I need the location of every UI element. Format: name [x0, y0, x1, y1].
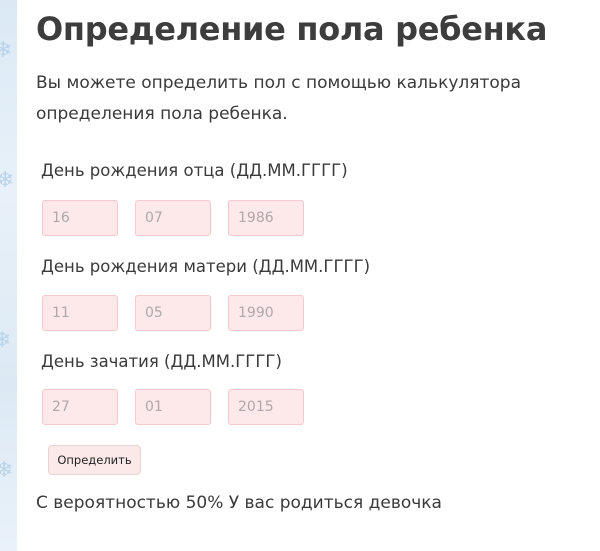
snowflake-icon: ❄ [0, 168, 15, 193]
conception-day-input[interactable] [42, 389, 118, 425]
conception-date-label: День зачатия (ДД.ММ.ГГГГ) [41, 352, 282, 371]
conception-year-input[interactable] [228, 389, 304, 425]
snowflake-icon: ❄ [0, 38, 13, 63]
mother-birthdate-label: День рождения матери (ДД.ММ.ГГГГ) [41, 257, 371, 276]
conception-month-input[interactable] [135, 389, 211, 425]
determine-button[interactable]: Определить [48, 445, 141, 475]
father-birthdate-label: День рождения отца (ДД.ММ.ГГГГ) [41, 161, 348, 180]
calculator-panel: Определение пола ребенка Вы можете опред… [17, 0, 600, 551]
result-text: С вероятностью 50% У вас родиться девочк… [36, 493, 442, 513]
mother-day-input[interactable] [42, 295, 118, 331]
snowflake-icon: ❄ [0, 458, 14, 483]
father-month-input[interactable] [135, 200, 211, 236]
mother-year-input[interactable] [228, 295, 304, 331]
page-title: Определение пола ребенка [36, 10, 548, 48]
father-year-input[interactable] [228, 200, 304, 236]
father-day-input[interactable] [42, 200, 118, 236]
mother-month-input[interactable] [135, 295, 211, 331]
side-decoration: ❄ ❄ ❄ ❄ [0, 0, 17, 551]
snowflake-icon: ❄ [0, 328, 12, 353]
intro-text: Вы можете определить пол с помощью кальк… [36, 73, 521, 124]
